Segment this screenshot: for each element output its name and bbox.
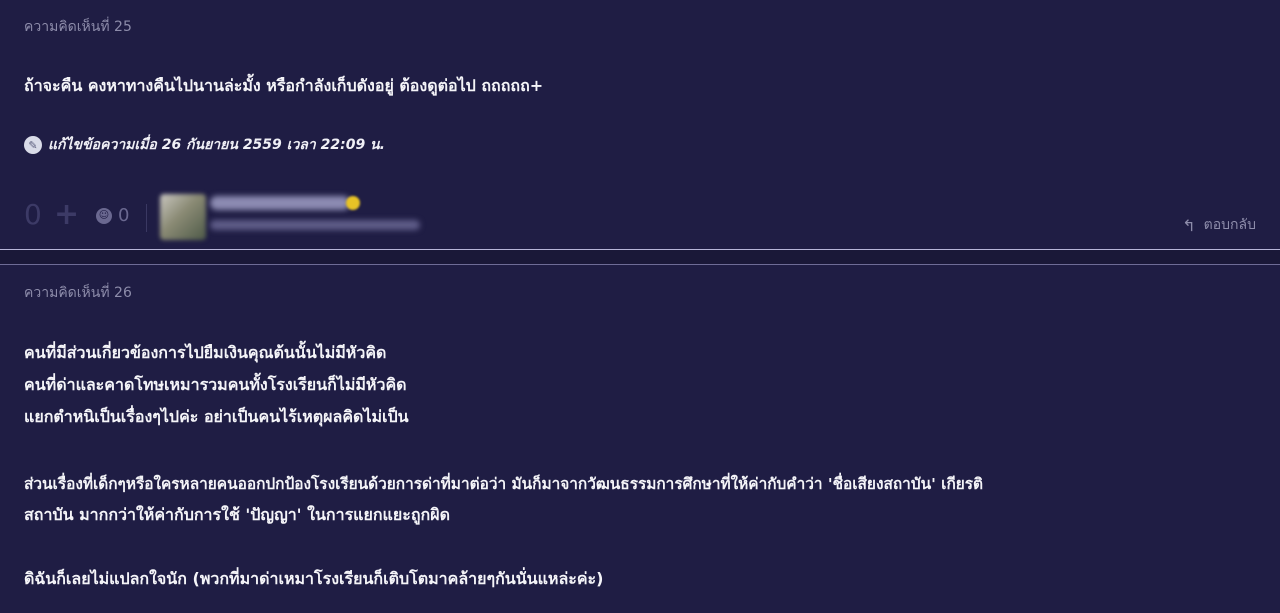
- emotion-icon[interactable]: ☺: [96, 208, 112, 224]
- comment-body-line: คนที่มีส่วนเกี่ยวข้องการไปยืมเงินคุณต้นน…: [24, 343, 387, 362]
- vote-count: 0: [24, 198, 42, 231]
- comment-number-label: ความคิดเห็นที่ 26: [24, 285, 132, 301]
- comment-26: ความคิดเห็นที่ 26 คนที่มีส่วนเกี่ยวข้องก…: [0, 266, 1280, 613]
- comment-body-line: ส่วนเรื่องที่เด็กๆหรือใครหลายคนออกปกป้อง…: [24, 475, 984, 493]
- comment-body-line: แยกตำหนิเป็นเรื่องๆไปค่ะ อย่าเป็นคนไร้เห…: [24, 407, 409, 426]
- comment-separator: [0, 249, 1280, 265]
- comment-body-line: คนที่ด่าและคาดโทษเหมารวมคนทั้งโรงเรียนก็…: [24, 375, 407, 394]
- edit-note: ✎ แก้ไขข้อความเมื่อ 26 กันยายน 2559 เวลา…: [24, 134, 385, 156]
- comment-body-line: ถ้าจะคืน คงหาทางคืนไปนานล่ะมั้ง หรือกำลั…: [24, 76, 544, 95]
- avatar[interactable]: [160, 194, 206, 240]
- comment-number-label: ความคิดเห็นที่ 25: [24, 19, 132, 35]
- user-name-blurred[interactable]: [210, 196, 350, 210]
- action-divider: [146, 204, 147, 232]
- user-meta-blurred: [210, 220, 420, 230]
- comment-body-line: สถาบัน มากกว่าให้ค่ากับการใช้ 'ปัญญา' ใน…: [24, 505, 450, 524]
- edit-icon: ✎: [24, 136, 42, 154]
- plus-icon[interactable]: +: [54, 200, 79, 230]
- reply-button[interactable]: ↰ ตอบกลับ: [1182, 214, 1256, 236]
- user-badge: [346, 196, 360, 210]
- reply-label: ตอบกลับ: [1203, 217, 1256, 233]
- comment-actions: 0 + ☺ 0 ↰ ตอบกลับ: [24, 192, 1256, 240]
- reply-icon: ↰: [1182, 215, 1196, 235]
- emotion-count: 0: [118, 205, 130, 226]
- comment-body-line: ดิฉันก็เลยไม่แปลกใจนัก (พวกที่มาด่าเหมาโ…: [24, 569, 604, 588]
- edit-note-text: แก้ไขข้อความเมื่อ 26 กันยายน 2559 เวลา 2…: [48, 137, 385, 153]
- comment-25: ความคิดเห็นที่ 25 ถ้าจะคืน คงหาทางคืนไปน…: [0, 0, 1280, 248]
